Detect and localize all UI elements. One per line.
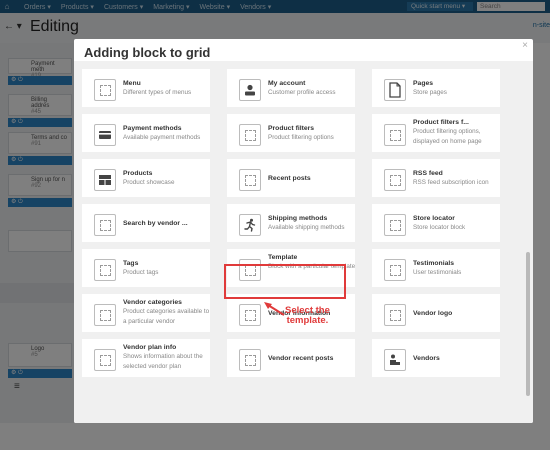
block-products[interactable]: Products Product showcase <box>82 159 210 197</box>
block-name: Template <box>268 254 298 261</box>
block-row: Menu Different types of menus My account… <box>74 69 520 107</box>
block-product-filters-home[interactable]: Product filters f... Product filtering o… <box>372 114 500 152</box>
annotation-note: Select the template. <box>285 305 330 326</box>
block-product-filters[interactable]: Product filters Product filtering option… <box>227 114 355 152</box>
dashed-box-icon <box>94 304 116 326</box>
dashed-box-icon <box>94 79 116 101</box>
block-name: Tags <box>123 260 139 267</box>
block-name: Search by vendor ... <box>123 220 188 227</box>
block-description: Product showcase <box>123 179 175 186</box>
block-name: Store locator <box>413 215 455 222</box>
block-list: Menu Different types of menus My account… <box>74 61 533 423</box>
block-name: Shipping methods <box>268 215 328 222</box>
block-description: User testimonials <box>413 269 462 276</box>
block-name: Vendor logo <box>413 310 453 317</box>
dashed-box-icon <box>384 259 406 281</box>
block-name: Vendor categories <box>123 299 182 306</box>
card-icon <box>94 124 116 146</box>
dashed-box-icon <box>239 349 261 371</box>
dashed-box-icon <box>384 124 406 146</box>
block-name: RSS feed <box>413 170 443 177</box>
block-name: Product filters <box>268 125 315 132</box>
runner-icon <box>239 214 261 236</box>
dashed-box-icon <box>239 304 261 326</box>
block-description: RSS feed subscription icon <box>413 179 489 186</box>
block-row: Products Product showcase Recent posts R… <box>74 159 520 197</box>
block-payment-methods[interactable]: Payment methods Available payment method… <box>82 114 210 152</box>
block-description: Store pages <box>413 89 447 96</box>
dashed-box-icon <box>239 169 261 191</box>
block-name: Products <box>123 170 153 177</box>
template-highlight-box <box>224 264 346 299</box>
close-icon[interactable]: × <box>522 40 528 51</box>
block-vendor-logo[interactable]: Vendor logo <box>372 294 500 332</box>
block-description: Different types of menus <box>123 89 192 96</box>
block-name: Payment methods <box>123 125 182 132</box>
block-description: Available payment methods <box>123 134 201 141</box>
block-description: Product categories available to a partic… <box>123 308 210 325</box>
block-name: Vendor plan info <box>123 344 177 351</box>
block-description: Product filtering options <box>268 134 334 141</box>
block-description: Store locator block <box>413 224 466 231</box>
block-vendor-plan-info[interactable]: Vendor plan info Shows information about… <box>82 339 210 377</box>
block-vendors[interactable]: Vendors <box>372 339 500 377</box>
block-recent-posts[interactable]: Recent posts <box>227 159 355 197</box>
block-tags[interactable]: Tags Product tags <box>82 249 210 287</box>
block-rss-feed[interactable]: RSS feed RSS feed subscription icon <box>372 159 500 197</box>
block-description: Available shipping methods <box>268 224 345 231</box>
dashed-box-icon <box>384 214 406 236</box>
block-name: Pages <box>413 80 434 87</box>
block-description: Product tags <box>123 269 159 276</box>
block-description: Product filtering options, displayed on … <box>413 128 482 145</box>
block-name: My account <box>268 80 306 87</box>
vendors-icon <box>384 349 406 371</box>
block-name: Menu <box>123 80 141 87</box>
block-name: Recent posts <box>268 175 311 182</box>
dashed-box-icon <box>94 214 116 236</box>
block-vendor-categories[interactable]: Vendor categories Product categories ava… <box>82 294 210 332</box>
block-name: Vendors <box>413 355 440 362</box>
block-pages[interactable]: Pages Store pages <box>372 69 500 107</box>
block-vendor-recent-posts[interactable]: Vendor recent posts <box>227 339 355 377</box>
user-icon <box>239 79 261 101</box>
block-search-by-vendor[interactable]: Search by vendor ... <box>82 204 210 242</box>
block-description: Shows information about the selected ven… <box>123 353 203 370</box>
block-description: Customer profile access <box>268 89 336 96</box>
dashed-box-icon <box>94 349 116 371</box>
dashed-box-icon <box>384 304 406 326</box>
block-row: Payment methods Available payment method… <box>74 114 520 152</box>
block-store-locator[interactable]: Store locator Store locator block <box>372 204 500 242</box>
block-row: Search by vendor ... Shipping methods Av… <box>74 204 520 242</box>
dashed-box-icon <box>239 124 261 146</box>
block-shipping-methods[interactable]: Shipping methods Available shipping meth… <box>227 204 355 242</box>
scrollbar-thumb[interactable] <box>526 252 530 396</box>
block-name: Vendor recent posts <box>268 355 334 362</box>
dialog-title: Adding block to grid <box>84 45 211 60</box>
block-testimonials[interactable]: Testimonials User testimonials <box>372 249 500 287</box>
block-name: Testimonials <box>413 260 455 267</box>
block-my-account[interactable]: My account Customer profile access <box>227 69 355 107</box>
block-menu[interactable]: Menu Different types of menus <box>82 69 210 107</box>
block-name: Product filters f... <box>413 119 469 126</box>
block-row: Vendor plan info Shows information about… <box>74 339 520 377</box>
dashed-box-icon <box>94 259 116 281</box>
showcase-icon <box>94 169 116 191</box>
dashed-box-icon <box>384 169 406 191</box>
add-block-dialog: Adding block to grid × Menu Different ty… <box>74 39 533 423</box>
page-icon <box>384 79 406 101</box>
